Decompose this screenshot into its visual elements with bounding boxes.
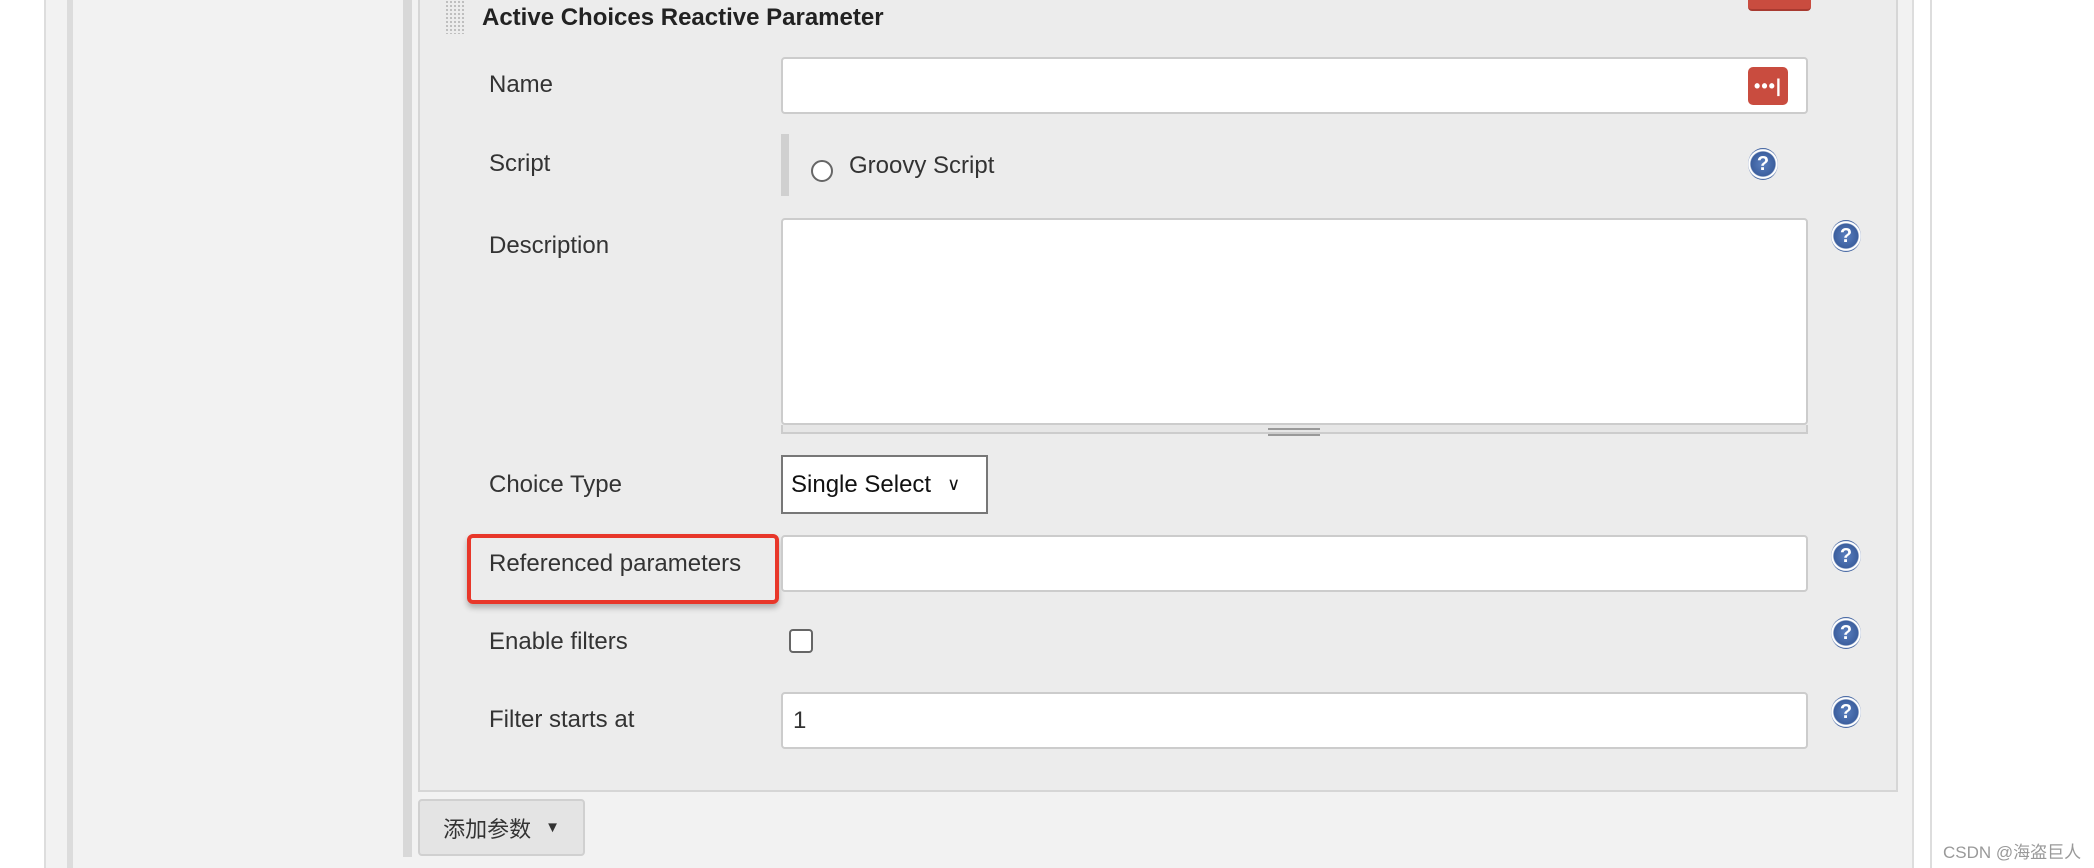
- script-label: Script: [489, 150, 551, 177]
- help-icon[interactable]: ?: [1748, 148, 1778, 180]
- choice-type-label: Choice Type: [489, 471, 622, 498]
- delete-button[interactable]: [1748, 0, 1811, 11]
- description-label: Description: [489, 232, 610, 259]
- help-icon[interactable]: ?: [1831, 220, 1861, 252]
- help-icon[interactable]: ?: [1831, 617, 1861, 649]
- enable-filters-checkbox[interactable]: [789, 629, 813, 653]
- add-parameter-button[interactable]: 添加参数 ▼: [418, 799, 585, 856]
- add-parameter-label: 添加参数: [443, 816, 532, 842]
- left-border: [67, 0, 73, 868]
- caret-down-icon: ▼: [545, 819, 560, 836]
- right-border: [1930, 0, 1932, 868]
- groovy-script-radio[interactable]: [811, 160, 833, 182]
- section-bar: [403, 0, 412, 857]
- name-input[interactable]: [781, 57, 1808, 114]
- choice-type-select[interactable]: Single Select ∨: [781, 455, 988, 514]
- resize-grip-icon[interactable]: [1268, 428, 1320, 436]
- drag-handle-icon[interactable]: [445, 0, 465, 34]
- referenced-parameters-input[interactable]: [781, 535, 1808, 592]
- chevron-down-icon: ∨: [947, 474, 961, 494]
- help-icon[interactable]: ?: [1831, 696, 1861, 728]
- groovy-script-label[interactable]: Groovy Script: [849, 152, 994, 180]
- parameter-title: Active Choices Reactive Parameter: [482, 4, 884, 31]
- choice-type-value: Single Select: [791, 470, 932, 498]
- enable-filters-label: Enable filters: [489, 628, 628, 655]
- filter-starts-at-label: Filter starts at: [489, 706, 635, 733]
- name-label: Name: [489, 71, 554, 98]
- watermark: CSDN @海盗巨人: [1943, 843, 2082, 862]
- help-icon[interactable]: ?: [1831, 540, 1861, 572]
- filter-starts-at-input[interactable]: 1: [781, 692, 1808, 749]
- highlight-box: [467, 534, 779, 604]
- description-textarea[interactable]: [781, 218, 1808, 425]
- script-group-bar: [781, 134, 789, 196]
- password-manager-icon[interactable]: •••|: [1748, 67, 1788, 105]
